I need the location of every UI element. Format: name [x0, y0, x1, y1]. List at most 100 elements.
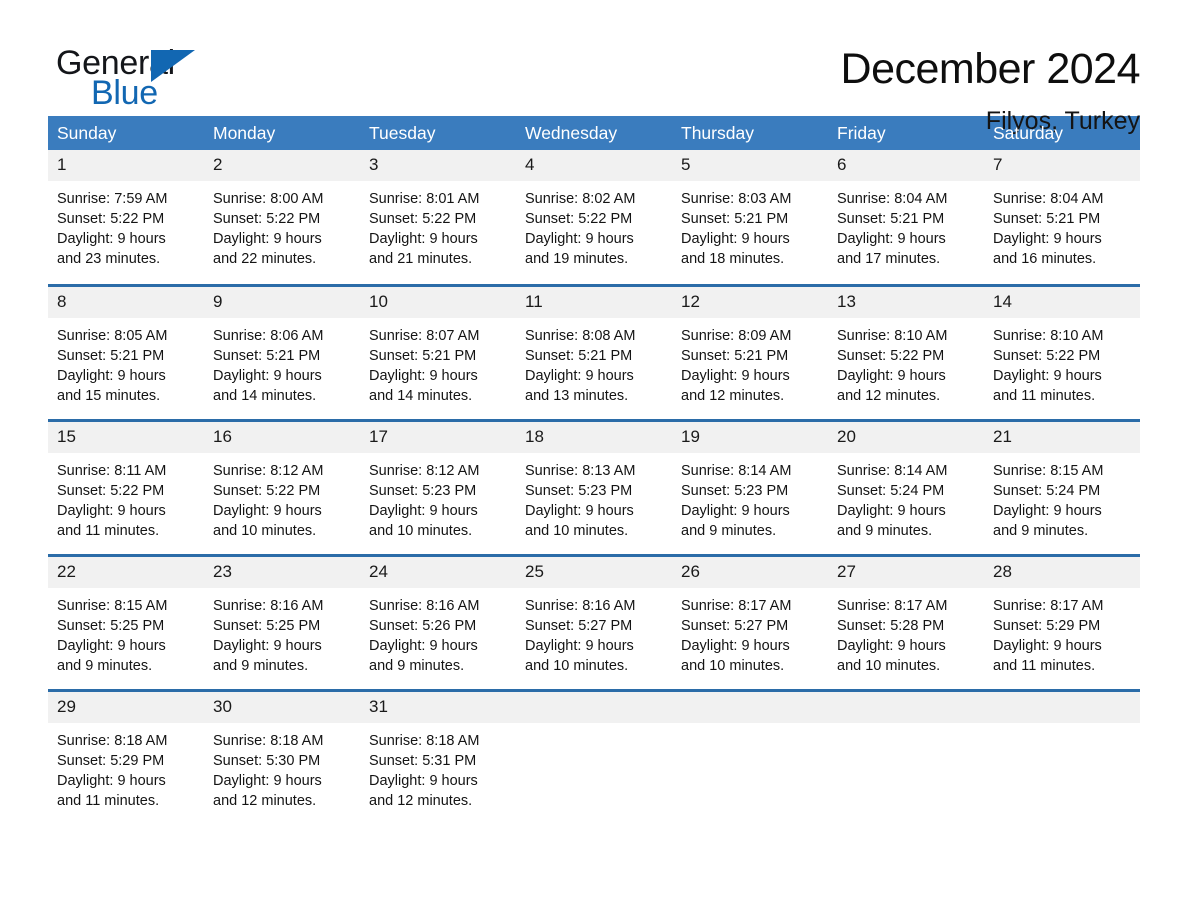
day-number: 26 — [672, 556, 828, 588]
calendar-day-cell[interactable]: 18 Sunrise: 8:13 AM Sunset: 5:23 PM Dayl… — [516, 418, 672, 555]
calendar-grid: Sunday Monday Tuesday Wednesday Thursday… — [48, 116, 1140, 825]
calendar-day-cell[interactable]: 11 Sunrise: 8:08 AM Sunset: 5:21 PM Dayl… — [516, 283, 672, 420]
daylight-text-line1: Daylight: 9 hours — [837, 231, 946, 247]
calendar-day-cell[interactable]: 14 Sunrise: 8:10 AM Sunset: 5:22 PM Dayl… — [984, 283, 1140, 420]
sunset-text: Sunset: 5:23 PM — [681, 482, 789, 499]
daylight-text-line1: Daylight: 9 hours — [681, 637, 790, 654]
daylight-text-line1: Daylight: 9 hours — [681, 502, 790, 519]
day-number: 25 — [516, 556, 672, 588]
day-details — [672, 723, 828, 731]
calendar-day-cell[interactable]: 22 Sunrise: 8:15 AM Sunset: 5:25 PM Dayl… — [48, 553, 204, 690]
sunset-text: Sunset: 5:22 PM — [57, 482, 165, 499]
page-title: December 2024 — [840, 45, 1141, 93]
sunrise-text: Sunrise: 8:18 AM — [213, 732, 324, 749]
calendar-day-cell[interactable]: 13 Sunrise: 8:10 AM Sunset: 5:22 PM Dayl… — [828, 283, 984, 420]
daylight-text-line1: Daylight: 9 hours — [213, 231, 322, 247]
daylight-text-line2: and 23 minutes. — [57, 251, 161, 267]
calendar-day-cell[interactable]: 19 Sunrise: 8:14 AM Sunset: 5:23 PM Dayl… — [672, 418, 828, 555]
day-number: 30 — [204, 691, 360, 723]
daylight-text-line2: and 11 minutes. — [993, 657, 1096, 674]
calendar-week-row: 8 Sunrise: 8:05 AM Sunset: 5:21 PM Dayli… — [48, 283, 1140, 420]
sunset-text: Sunset: 5:21 PM — [681, 211, 789, 227]
calendar-day-cell[interactable]: 17 Sunrise: 8:12 AM Sunset: 5:23 PM Dayl… — [360, 418, 516, 555]
day-details: Sunrise: 8:18 AM Sunset: 5:31 PM Dayligh… — [360, 723, 516, 811]
day-details: Sunrise: 8:15 AM Sunset: 5:25 PM Dayligh… — [48, 588, 204, 676]
daylight-text-line1: Daylight: 9 hours — [57, 231, 166, 247]
daylight-text-line1: Daylight: 9 hours — [837, 367, 946, 384]
daylight-text-line2: and 13 minutes. — [525, 387, 629, 404]
calendar-day-cell[interactable]: 24 Sunrise: 8:16 AM Sunset: 5:26 PM Dayl… — [360, 553, 516, 690]
daylight-text-line2: and 11 minutes. — [57, 792, 160, 809]
day-number: 29 — [48, 691, 204, 723]
daylight-text-line2: and 12 minutes. — [837, 387, 941, 404]
sunset-text: Sunset: 5:26 PM — [369, 617, 477, 634]
daylight-text-line2: and 12 minutes. — [681, 387, 785, 404]
daylight-text-line2: and 9 minutes. — [57, 657, 153, 674]
sunrise-text: Sunrise: 8:16 AM — [369, 597, 480, 614]
calendar-day-cell[interactable]: 10 Sunrise: 8:07 AM Sunset: 5:21 PM Dayl… — [360, 283, 516, 420]
sunrise-text: Sunrise: 8:17 AM — [681, 597, 792, 614]
day-details: Sunrise: 8:06 AM Sunset: 5:21 PM Dayligh… — [204, 318, 360, 406]
page-header: General Blue December 2024 Filyos, Turke… — [48, 0, 1141, 135]
sunset-text: Sunset: 5:22 PM — [369, 211, 477, 227]
sunset-text: Sunset: 5:22 PM — [837, 347, 945, 364]
calendar-day-cell[interactable]: 21 Sunrise: 8:15 AM Sunset: 5:24 PM Dayl… — [984, 418, 1140, 555]
calendar-day-cell[interactable]: 20 Sunrise: 8:14 AM Sunset: 5:24 PM Dayl… — [828, 418, 984, 555]
day-details: Sunrise: 8:01 AM Sunset: 5:22 PM Dayligh… — [360, 181, 516, 269]
sunset-text: Sunset: 5:21 PM — [369, 347, 477, 364]
calendar-day-cell[interactable]: 3 Sunrise: 8:01 AM Sunset: 5:22 PM Dayli… — [360, 150, 516, 285]
day-details: Sunrise: 8:08 AM Sunset: 5:21 PM Dayligh… — [516, 318, 672, 406]
sunset-text: Sunset: 5:24 PM — [837, 482, 945, 499]
calendar-day-cell[interactable]: 1 Sunrise: 7:59 AM Sunset: 5:22 PM Dayli… — [48, 150, 204, 285]
calendar-day-cell[interactable]: 26 Sunrise: 8:17 AM Sunset: 5:27 PM Dayl… — [672, 553, 828, 690]
daylight-text-line1: Daylight: 9 hours — [369, 637, 478, 654]
sunrise-text: Sunrise: 8:10 AM — [837, 327, 948, 344]
sunset-text: Sunset: 5:22 PM — [525, 211, 633, 227]
general-blue-logo[interactable]: General Blue — [48, 42, 208, 114]
daylight-text-line2: and 21 minutes. — [369, 251, 473, 267]
calendar-day-cell[interactable]: 30 Sunrise: 8:18 AM Sunset: 5:30 PM Dayl… — [204, 688, 360, 825]
day-details: Sunrise: 8:02 AM Sunset: 5:22 PM Dayligh… — [516, 181, 672, 269]
sunrise-text: Sunrise: 8:14 AM — [837, 462, 948, 479]
calendar-day-cell[interactable]: 23 Sunrise: 8:16 AM Sunset: 5:25 PM Dayl… — [204, 553, 360, 690]
calendar-day-cell[interactable]: 9 Sunrise: 8:06 AM Sunset: 5:21 PM Dayli… — [204, 283, 360, 420]
sunset-text: Sunset: 5:25 PM — [57, 617, 165, 634]
sunrise-text: Sunrise: 8:00 AM — [213, 191, 324, 207]
day-number: 2 — [204, 150, 360, 181]
calendar-page: General Blue December 2024 Filyos, Turke… — [0, 0, 1188, 918]
sunrise-text: Sunrise: 7:59 AM — [57, 191, 168, 207]
calendar-day-cell[interactable]: 4 Sunrise: 8:02 AM Sunset: 5:22 PM Dayli… — [516, 150, 672, 285]
calendar-day-cell[interactable]: 6 Sunrise: 8:04 AM Sunset: 5:21 PM Dayli… — [828, 150, 984, 285]
calendar-day-cell[interactable]: 28 Sunrise: 8:17 AM Sunset: 5:29 PM Dayl… — [984, 553, 1140, 690]
sunrise-text: Sunrise: 8:11 AM — [57, 462, 167, 479]
calendar-day-cell[interactable]: 27 Sunrise: 8:17 AM Sunset: 5:28 PM Dayl… — [828, 553, 984, 690]
daylight-text-line1: Daylight: 9 hours — [681, 367, 790, 384]
calendar-week-row: 29 Sunrise: 8:18 AM Sunset: 5:29 PM Dayl… — [48, 688, 1140, 825]
day-details — [828, 723, 984, 731]
calendar-day-cell[interactable]: 25 Sunrise: 8:16 AM Sunset: 5:27 PM Dayl… — [516, 553, 672, 690]
calendar-day-cell[interactable]: 29 Sunrise: 8:18 AM Sunset: 5:29 PM Dayl… — [48, 688, 204, 825]
calendar-day-cell[interactable]: 8 Sunrise: 8:05 AM Sunset: 5:21 PM Dayli… — [48, 283, 204, 420]
sunset-text: Sunset: 5:31 PM — [369, 752, 477, 769]
calendar-day-cell[interactable]: 12 Sunrise: 8:09 AM Sunset: 5:21 PM Dayl… — [672, 283, 828, 420]
day-number: 11 — [516, 286, 672, 318]
daylight-text-line2: and 18 minutes. — [681, 251, 785, 267]
sunset-text: Sunset: 5:22 PM — [213, 211, 321, 227]
daylight-text-line2: and 9 minutes. — [837, 522, 933, 539]
calendar-day-cell[interactable]: 2 Sunrise: 8:00 AM Sunset: 5:22 PM Dayli… — [204, 150, 360, 285]
calendar-day-cell[interactable]: 5 Sunrise: 8:03 AM Sunset: 5:21 PM Dayli… — [672, 150, 828, 285]
day-details: Sunrise: 8:00 AM Sunset: 5:22 PM Dayligh… — [204, 181, 360, 269]
calendar-day-cell[interactable]: 7 Sunrise: 8:04 AM Sunset: 5:21 PM Dayli… — [984, 150, 1140, 285]
calendar-day-cell[interactable]: 31 Sunrise: 8:18 AM Sunset: 5:31 PM Dayl… — [360, 688, 516, 825]
daylight-text-line2: and 10 minutes. — [837, 657, 941, 674]
daylight-text-line2: and 11 minutes. — [57, 522, 160, 539]
day-number: 13 — [828, 286, 984, 318]
daylight-text-line1: Daylight: 9 hours — [369, 367, 478, 384]
calendar-day-cell[interactable]: 15 Sunrise: 8:11 AM Sunset: 5:22 PM Dayl… — [48, 418, 204, 555]
daylight-text-line2: and 17 minutes. — [837, 251, 941, 267]
sunrise-text: Sunrise: 8:15 AM — [57, 597, 168, 614]
daylight-text-line1: Daylight: 9 hours — [57, 772, 166, 789]
daylight-text-line1: Daylight: 9 hours — [369, 772, 478, 789]
calendar-day-cell[interactable]: 16 Sunrise: 8:12 AM Sunset: 5:22 PM Dayl… — [204, 418, 360, 555]
day-number — [516, 691, 672, 723]
